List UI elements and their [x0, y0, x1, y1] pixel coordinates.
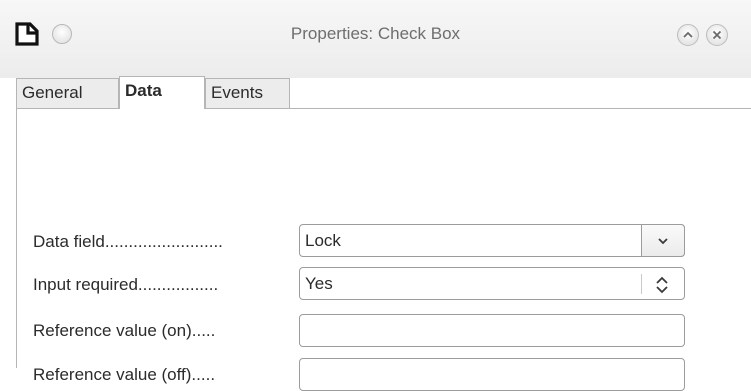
window-title: Properties: Check Box — [290, 24, 461, 43]
data-field-value: Lock — [305, 231, 341, 250]
input-required-value: Yes — [305, 274, 333, 293]
input-required-label: Input required................. — [33, 275, 219, 294]
tab-events[interactable]: Events — [205, 78, 290, 108]
input-required-spinbox[interactable]: Yes — [299, 267, 685, 300]
chevron-up-icon — [683, 31, 693, 38]
properties-dialog: Properties: Check Box General Data Event… — [0, 0, 751, 391]
tab-data[interactable]: Data — [119, 76, 205, 109]
reference-value-on-input[interactable] — [299, 314, 685, 347]
reference-value-off-label: Reference value (off)..... — [33, 365, 216, 384]
reference-value-on-label: Reference value (on)..... — [33, 321, 216, 340]
spin-divider — [641, 274, 642, 294]
chevron-down-icon — [658, 238, 668, 245]
data-field-combobox[interactable]: Lock — [299, 224, 685, 257]
document-corner-icon — [15, 22, 39, 46]
data-tab-panel: Data field......................... Lock… — [16, 108, 751, 391]
data-field-label: Data field......................... — [33, 232, 223, 251]
reference-value-off-input[interactable] — [299, 358, 685, 391]
close-icon — [712, 30, 722, 40]
title-bar[interactable]: Properties: Check Box — [0, 0, 751, 78]
spin-up-down-icon[interactable] — [654, 274, 670, 305]
window-menu-button[interactable] — [52, 24, 72, 44]
minimize-button[interactable] — [677, 24, 699, 46]
close-button[interactable] — [706, 24, 728, 46]
tab-general[interactable]: General — [16, 78, 119, 108]
data-field-dropdown-button[interactable] — [641, 224, 685, 257]
